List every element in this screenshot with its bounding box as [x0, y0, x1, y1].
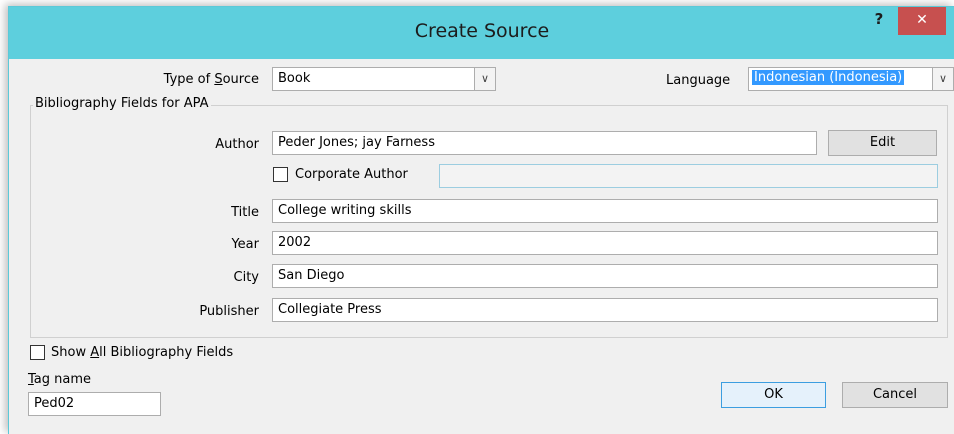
title-field[interactable]: College writing skills — [272, 199, 938, 223]
edit-button[interactable]: Edit — [828, 130, 937, 156]
year-field[interactable]: 2002 — [272, 231, 938, 255]
year-label: Year — [231, 237, 259, 252]
chevron-down-icon[interactable]: ∨ — [474, 68, 495, 90]
language-value: Indonesian (Indonesia) — [752, 70, 905, 85]
tag-name-label: Tag name — [28, 372, 92, 387]
group-label: Bibliography Fields for APA — [33, 96, 211, 111]
type-of-source-value: Book — [278, 71, 311, 86]
close-icon: ✕ — [916, 12, 928, 28]
city-field[interactable]: San Diego — [272, 264, 938, 288]
type-of-source-label: Type of Source — [163, 72, 259, 87]
help-button[interactable]: ? — [869, 10, 889, 32]
corporate-author-label: Corporate Author — [295, 167, 408, 182]
author-label: Author — [215, 137, 259, 152]
ok-button[interactable]: OK — [721, 382, 826, 408]
city-label: City — [233, 270, 259, 285]
dialog-title: Create Source — [414, 20, 550, 42]
cancel-button[interactable]: Cancel — [842, 382, 948, 408]
publisher-field[interactable]: Collegiate Press — [272, 298, 938, 322]
title-label: Title — [231, 205, 259, 220]
language-select[interactable]: Indonesian (Indonesia) ∨ — [748, 67, 954, 91]
title-bar[interactable]: Create Source ? ✕ — [9, 7, 954, 59]
chevron-down-icon[interactable]: ∨ — [932, 68, 953, 90]
create-source-dialog: Create Source ? ✕ Type of Source Book ∨ … — [8, 6, 954, 434]
corporate-author-checkbox[interactable] — [273, 167, 288, 182]
author-field[interactable]: Peder Jones; jay Farness — [272, 131, 817, 155]
tag-name-field[interactable]: Ped02 — [28, 392, 161, 416]
show-all-fields-checkbox[interactable] — [30, 345, 45, 360]
publisher-label: Publisher — [199, 304, 259, 319]
corporate-author-field — [439, 164, 938, 188]
close-button[interactable]: ✕ — [898, 7, 946, 35]
show-all-fields-label: Show All Bibliography Fields — [51, 345, 234, 360]
type-of-source-select[interactable]: Book ∨ — [272, 67, 496, 91]
language-label: Language — [666, 73, 731, 88]
